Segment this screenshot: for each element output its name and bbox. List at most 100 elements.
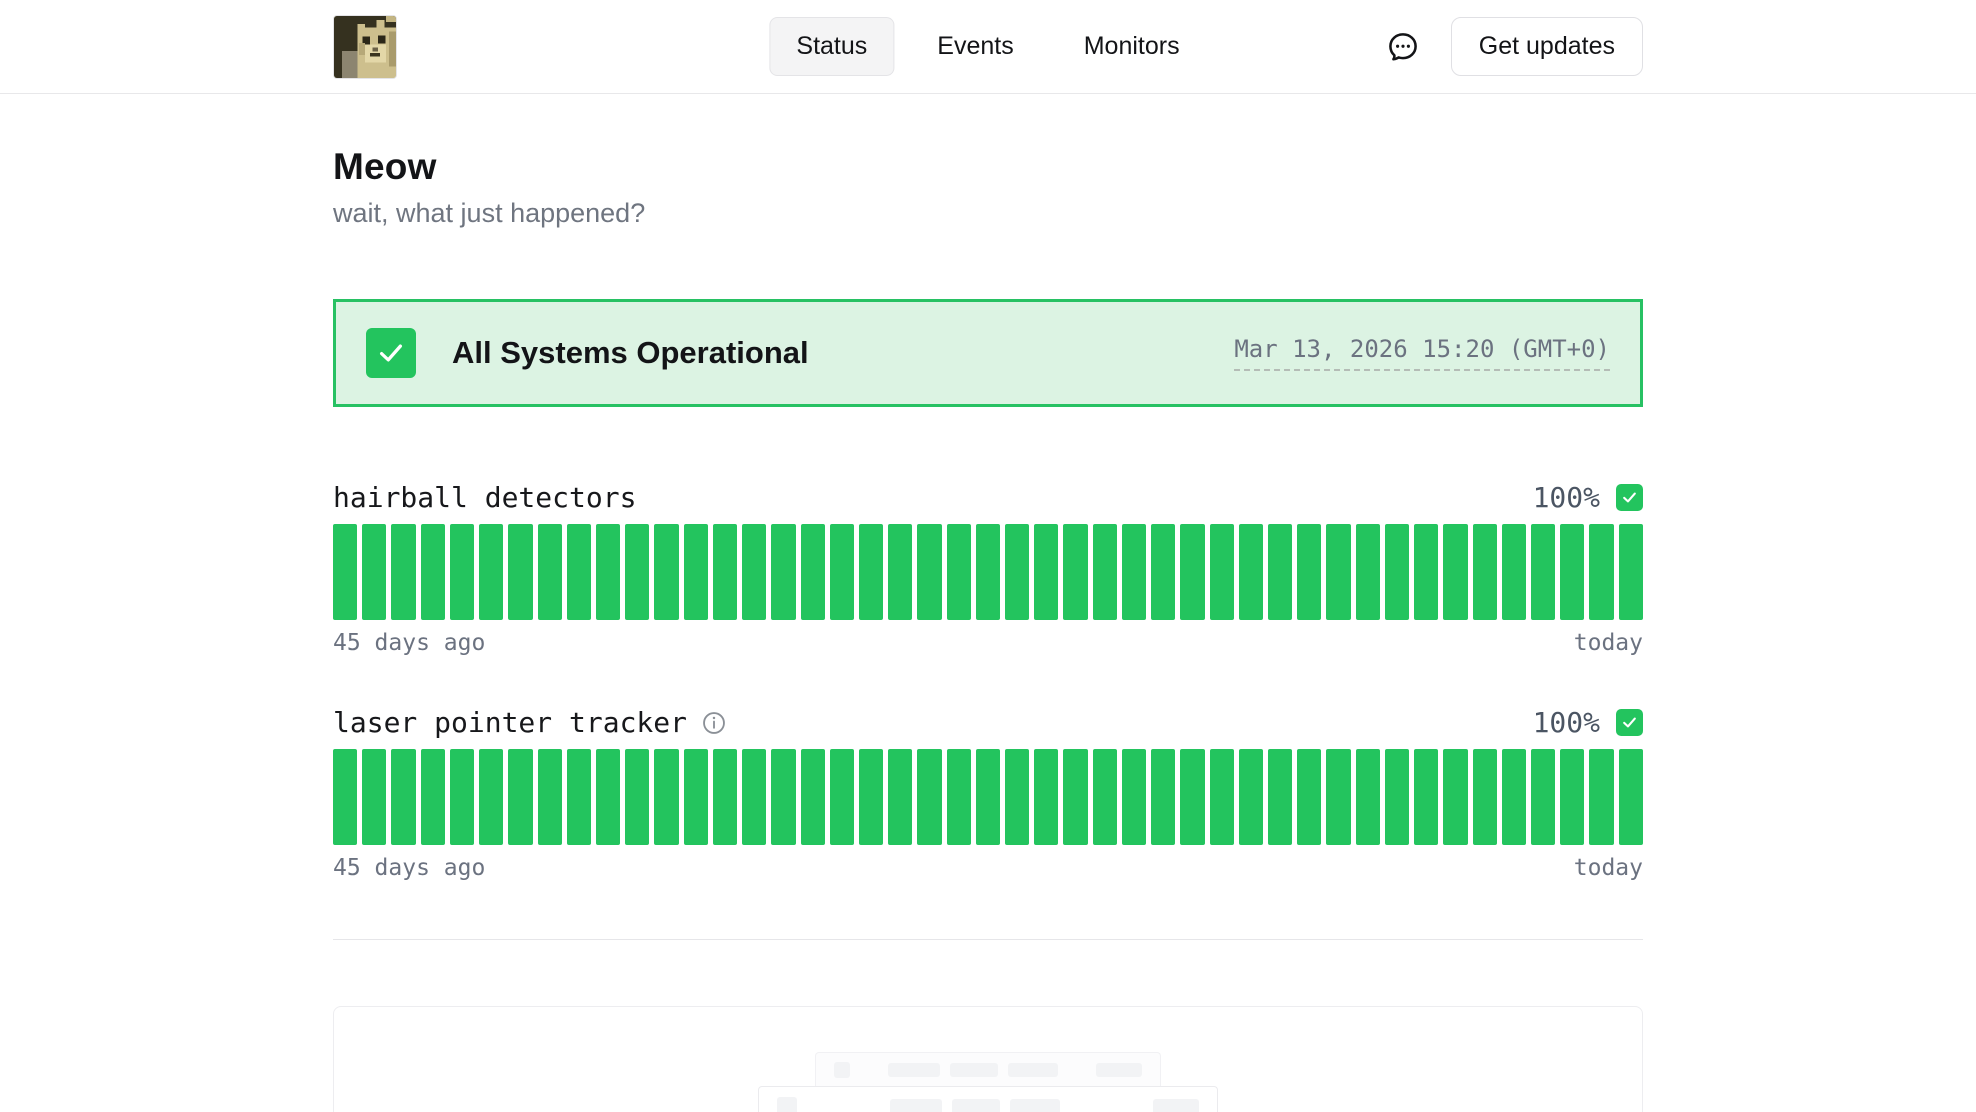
uptime-day-bar[interactable] — [450, 524, 474, 620]
uptime-day-bar[interactable] — [362, 524, 386, 620]
uptime-day-bar[interactable] — [1385, 749, 1409, 845]
uptime-day-bar[interactable] — [1122, 524, 1146, 620]
uptime-day-bar[interactable] — [1297, 749, 1321, 845]
range-start-label: 45 days ago — [333, 855, 485, 881]
uptime-day-bar[interactable] — [1385, 524, 1409, 620]
uptime-day-bar[interactable] — [1473, 749, 1497, 845]
uptime-day-bar[interactable] — [1502, 524, 1526, 620]
uptime-day-bar[interactable] — [1093, 749, 1117, 845]
uptime-day-bar[interactable] — [1151, 524, 1175, 620]
uptime-day-bar[interactable] — [1414, 524, 1438, 620]
uptime-day-bar[interactable] — [801, 749, 825, 845]
uptime-day-bar[interactable] — [1589, 749, 1613, 845]
uptime-day-bar[interactable] — [1531, 749, 1555, 845]
uptime-day-bar[interactable] — [567, 749, 591, 845]
uptime-day-bar[interactable] — [830, 749, 854, 845]
uptime-day-bar[interactable] — [421, 749, 445, 845]
uptime-day-bar[interactable] — [947, 749, 971, 845]
uptime-day-bar[interactable] — [742, 524, 766, 620]
uptime-day-bar[interactable] — [1560, 524, 1584, 620]
uptime-day-bar[interactable] — [654, 524, 678, 620]
uptime-day-bar[interactable] — [596, 524, 620, 620]
uptime-day-bar[interactable] — [596, 749, 620, 845]
uptime-day-bar[interactable] — [1502, 749, 1526, 845]
uptime-day-bar[interactable] — [333, 749, 357, 845]
uptime-day-bar[interactable] — [1297, 524, 1321, 620]
tab-monitors[interactable]: Monitors — [1057, 17, 1207, 76]
uptime-day-bar[interactable] — [1531, 524, 1555, 620]
get-updates-button[interactable]: Get updates — [1451, 17, 1643, 76]
uptime-day-bar[interactable] — [1180, 749, 1204, 845]
uptime-day-bar[interactable] — [479, 524, 503, 620]
uptime-day-bar[interactable] — [1180, 524, 1204, 620]
uptime-day-bar[interactable] — [1005, 749, 1029, 845]
uptime-day-bar[interactable] — [1239, 749, 1263, 845]
uptime-day-bar[interactable] — [479, 749, 503, 845]
uptime-day-bar[interactable] — [391, 524, 415, 620]
uptime-day-bar[interactable] — [1239, 524, 1263, 620]
uptime-day-bar[interactable] — [684, 524, 708, 620]
uptime-day-bar[interactable] — [391, 749, 415, 845]
uptime-day-bar[interactable] — [888, 749, 912, 845]
uptime-day-bar[interactable] — [1326, 749, 1350, 845]
uptime-day-bar[interactable] — [917, 524, 941, 620]
uptime-day-bar[interactable] — [625, 749, 649, 845]
uptime-day-bar[interactable] — [538, 524, 562, 620]
uptime-day-bar[interactable] — [450, 749, 474, 845]
site-logo-cat-avatar[interactable] — [333, 15, 397, 79]
uptime-day-bar[interactable] — [1443, 524, 1467, 620]
uptime-day-bar[interactable] — [538, 749, 562, 845]
uptime-day-bar[interactable] — [1122, 749, 1146, 845]
uptime-day-bar[interactable] — [508, 749, 532, 845]
uptime-day-bar[interactable] — [771, 524, 795, 620]
uptime-day-bar[interactable] — [1473, 524, 1497, 620]
uptime-day-bar[interactable] — [771, 749, 795, 845]
uptime-day-bar[interactable] — [508, 524, 532, 620]
uptime-day-bar[interactable] — [1619, 524, 1643, 620]
uptime-day-bar[interactable] — [830, 524, 854, 620]
uptime-day-bar[interactable] — [1034, 749, 1058, 845]
tab-events[interactable]: Events — [910, 17, 1040, 76]
uptime-day-bar[interactable] — [654, 749, 678, 845]
uptime-day-bar[interactable] — [421, 524, 445, 620]
uptime-day-bar[interactable] — [567, 524, 591, 620]
uptime-day-bar[interactable] — [713, 524, 737, 620]
uptime-day-bar[interactable] — [1560, 749, 1584, 845]
uptime-day-bar[interactable] — [1443, 749, 1467, 845]
uptime-day-bar[interactable] — [1210, 524, 1234, 620]
feedback-chat-button[interactable] — [1385, 29, 1421, 65]
uptime-day-bar[interactable] — [1326, 524, 1350, 620]
uptime-day-bar[interactable] — [1034, 524, 1058, 620]
checkmark-icon — [1621, 714, 1638, 731]
uptime-day-bar[interactable] — [1414, 749, 1438, 845]
uptime-day-bar[interactable] — [333, 524, 357, 620]
uptime-day-bar[interactable] — [1268, 749, 1292, 845]
uptime-day-bar[interactable] — [888, 524, 912, 620]
uptime-day-bar[interactable] — [1005, 524, 1029, 620]
uptime-day-bar[interactable] — [947, 524, 971, 620]
uptime-day-bar[interactable] — [684, 749, 708, 845]
uptime-day-bar[interactable] — [976, 524, 1000, 620]
status-timestamp[interactable]: Mar 13, 2026 15:20 (GMT+0) — [1234, 335, 1610, 371]
uptime-day-bar[interactable] — [801, 524, 825, 620]
uptime-day-bar[interactable] — [742, 749, 766, 845]
uptime-day-bar[interactable] — [1210, 749, 1234, 845]
uptime-day-bar[interactable] — [859, 749, 883, 845]
uptime-day-bar[interactable] — [713, 749, 737, 845]
uptime-day-bar[interactable] — [625, 524, 649, 620]
tab-status[interactable]: Status — [769, 17, 894, 76]
uptime-day-bar[interactable] — [362, 749, 386, 845]
uptime-day-bar[interactable] — [1063, 749, 1087, 845]
uptime-day-bar[interactable] — [1356, 524, 1380, 620]
uptime-day-bar[interactable] — [1589, 524, 1613, 620]
uptime-day-bar[interactable] — [1093, 524, 1117, 620]
uptime-day-bar[interactable] — [1268, 524, 1292, 620]
uptime-day-bar[interactable] — [1063, 524, 1087, 620]
uptime-day-bar[interactable] — [1356, 749, 1380, 845]
uptime-day-bar[interactable] — [859, 524, 883, 620]
uptime-day-bar[interactable] — [976, 749, 1000, 845]
uptime-day-bar[interactable] — [917, 749, 941, 845]
info-icon[interactable] — [701, 710, 727, 736]
uptime-day-bar[interactable] — [1151, 749, 1175, 845]
uptime-day-bar[interactable] — [1619, 749, 1643, 845]
